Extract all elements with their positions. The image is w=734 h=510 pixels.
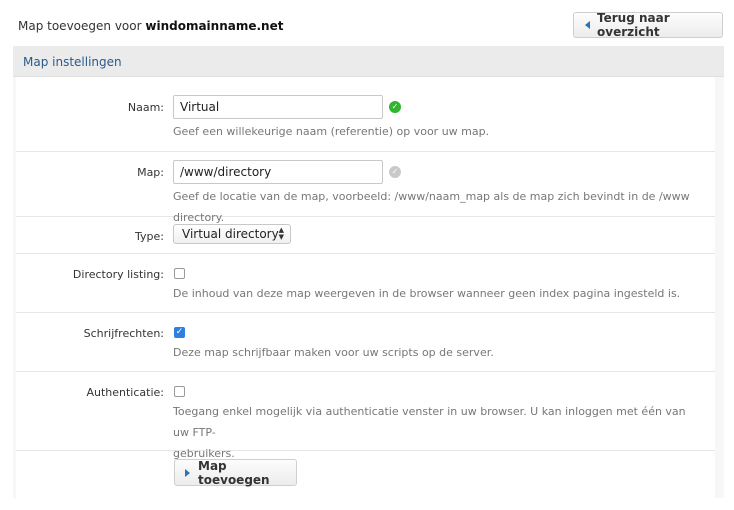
- form-row-write-permissions: Schrijfrechten: ✓ Deze map schrijfbaar m…: [16, 312, 715, 372]
- write-permissions-label: Schrijfrechten:: [83, 327, 164, 340]
- type-label: Type:: [135, 230, 164, 243]
- authentication-label: Authenticatie:: [86, 386, 164, 399]
- form-row-map: Map: /www/directory ✓ Geef de locatie va…: [16, 151, 715, 224]
- type-select-value: Virtual directory: [182, 227, 279, 241]
- directory-listing-checkbox[interactable]: [174, 268, 185, 279]
- authentication-checkbox[interactable]: [174, 386, 185, 397]
- form-row-directory-listing: Directory listing: De inhoud van deze ma…: [16, 253, 715, 313]
- check-circle-grey-icon: ✓: [389, 166, 401, 178]
- domain-name: windomainname.net: [145, 19, 284, 33]
- add-map-button-label: Map toevoegen: [198, 458, 270, 487]
- name-label: Naam:: [127, 101, 164, 114]
- check-circle-icon: ✓: [389, 101, 401, 113]
- panel-title: Map instellingen: [23, 55, 122, 69]
- form-row-type: Type: Virtual directory ▲ ▼: [16, 216, 715, 254]
- map-path-input[interactable]: /www/directory: [173, 160, 383, 184]
- form-row-authentication: Authenticatie: Toegang enkel mogelijk vi…: [16, 371, 715, 460]
- directory-listing-help: De inhoud van deze map weergeven in de b…: [173, 287, 681, 300]
- add-map-button[interactable]: Map toevoegen: [174, 458, 297, 487]
- chevron-right-icon: [185, 468, 190, 477]
- settings-panel: Map instellingen Naam: Virtual ✓ Geef ee…: [13, 46, 724, 498]
- form-body: Naam: Virtual ✓ Geef een willekeurige na…: [16, 77, 715, 498]
- directory-listing-label: Directory listing:: [72, 268, 164, 281]
- panel-header: Map instellingen: [13, 46, 724, 77]
- chevron-left-icon: [585, 21, 590, 29]
- write-permissions-checkbox[interactable]: ✓: [174, 327, 185, 338]
- page-title-prefix: Map toevoegen voor: [18, 19, 142, 33]
- form-row-name: Naam: Virtual ✓ Geef een willekeurige na…: [16, 77, 715, 152]
- back-button-label: Terug naar overzicht: [597, 11, 670, 39]
- authentication-help: Toegang enkel mogelijk via authenticatie…: [173, 401, 693, 464]
- page-title: Map toevoegen voor windomainname.net: [18, 19, 283, 33]
- name-input[interactable]: Virtual: [173, 95, 383, 119]
- select-arrows-icon: ▲ ▼: [278, 226, 284, 241]
- map-label: Map:: [137, 166, 164, 179]
- name-help: Geef een willekeurige naam (referentie) …: [173, 125, 490, 138]
- authentication-help-line1: Toegang enkel mogelijk via authenticatie…: [173, 405, 686, 439]
- write-permissions-help: Deze map schrijfbaar maken voor uw scrip…: [173, 346, 494, 359]
- back-to-overview-button[interactable]: Terug naar overzicht: [573, 11, 723, 39]
- type-select[interactable]: Virtual directory ▲ ▼: [173, 224, 291, 244]
